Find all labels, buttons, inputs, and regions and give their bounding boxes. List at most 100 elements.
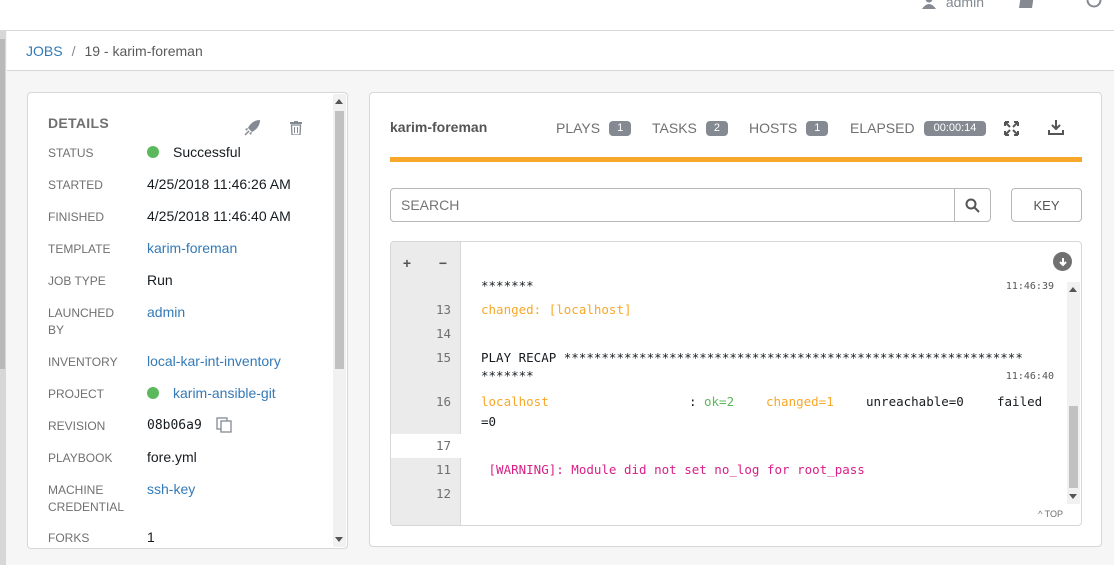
collapse-all-button[interactable]: − [434,254,452,272]
recap-host: localhost [481,394,549,409]
console-line-text: ******* [481,368,534,383]
copy-icon[interactable] [216,417,232,433]
hosts-label: HOSTS [749,120,798,136]
recap-failed: failed [997,394,1043,409]
console-scrollbar-thumb[interactable] [1069,406,1078,488]
console-line-text: [WARNING]: Module did not set no_log for… [481,462,865,477]
status-text: Successful [173,144,241,160]
forks-value: 1 [147,529,155,545]
status-success-icon [147,146,159,158]
expand-icon[interactable] [1004,121,1019,136]
stdout-console: + − ******* 11:46:39 13 changed: [localh… [390,241,1082,526]
details-panel: DETAILS STATUS Successful STARTED 4/25/2… [27,92,348,549]
console-timestamp: 11:46:40 [1005,371,1054,382]
elapsed-stat: ELAPSED 00:00:14 [850,120,987,136]
plays-stat: PLAYS 1 [556,120,632,136]
line-number: 17 [435,438,451,453]
launched-by-label: LAUNCHED BY [48,306,115,337]
project-value[interactable]: karim-ansible-git [147,385,276,401]
inventory-label: INVENTORY [48,355,118,369]
console-line: ******* 11:46:39 [391,274,1066,298]
job-type-value: Run [147,272,173,288]
revision-hash: 08b06a9 [147,417,202,433]
finished-label: FINISHED [48,210,105,224]
line-number: 15 [435,350,451,365]
recap-changed: changed=1 [766,394,834,409]
hosts-stat: HOSTS 1 [749,120,829,136]
machine-credential-label: MACHINE CREDENTIAL [48,483,125,514]
line-number: 16 [435,394,451,409]
page-scrollbar-thumb[interactable] [0,39,5,369]
status-label: STATUS [48,146,94,160]
page-scrollbar[interactable] [0,31,6,565]
project-status-icon [147,387,159,399]
plays-label: PLAYS [556,120,601,136]
breadcrumb: JOBS / 19 - karim-foreman [7,31,1114,71]
username: admin [945,0,984,10]
console-line-text: PLAY RECAP *****************************… [481,350,1023,365]
user-menu[interactable]: admin [921,0,984,10]
console-line: 17 [391,434,1066,458]
recap-failed-value: =0 [481,414,497,429]
template-link[interactable]: karim-foreman [147,240,237,256]
breadcrumb-jobs-link[interactable]: JOBS [26,43,63,59]
launched-by-link[interactable]: admin [147,304,185,320]
playbook-value: fore.yml [147,449,197,465]
scroll-up-arrow-icon[interactable] [1069,287,1077,292]
line-number: 13 [435,302,451,317]
scroll-to-bottom-icon[interactable] [1053,252,1072,271]
search-button[interactable] [954,189,990,221]
status-value: Successful [147,144,241,160]
revision-label: REVISION [48,419,106,433]
details-scrollbar-thumb[interactable] [335,111,344,369]
console-line: 12 [391,482,1066,506]
line-number: 12 [435,486,451,501]
job-type-label: JOB TYPE [48,274,106,288]
details-title: DETAILS [48,115,109,131]
recap-ok: ok=2 [704,394,735,409]
job-name: karim-foreman [390,119,488,135]
key-button[interactable]: KEY [1011,188,1082,222]
elapsed-label: ELAPSED [850,120,915,136]
tasks-label: TASKS [652,120,697,136]
rocket-icon[interactable] [244,119,261,136]
console-line-text: changed: [localhost] [481,302,632,317]
breadcrumb-current: 19 - karim-foreman [84,42,203,59]
plays-count-badge: 1 [609,120,632,136]
inventory-link[interactable]: local-kar-int-inventory [147,353,281,369]
search-field [390,188,991,222]
elapsed-badge: 00:00:14 [923,120,987,136]
search-input[interactable] [391,189,954,221]
console-line: 11 [WARNING]: Module did not set no_log … [391,458,1066,482]
power-icon[interactable] [1086,0,1102,9]
scroll-to-top-button[interactable]: ^ TOP [1038,509,1063,519]
recap-unreachable: unreachable=0 [866,394,964,409]
expand-all-button[interactable]: + [398,254,416,272]
search-icon [965,198,980,213]
scroll-up-arrow-icon[interactable] [335,99,343,104]
console-timestamp: 11:46:39 [1005,281,1054,292]
console-scrollbar[interactable] [1067,282,1080,504]
revision-value: 08b06a9 [147,417,232,433]
console-line: 13 changed: [localhost] [391,298,1066,322]
console-line-text: ******* [481,278,534,293]
project-label: PROJECT [48,387,105,401]
console-line: ******* 11:46:40 [391,364,1066,388]
finished-value: 4/25/2018 11:46:40 AM [147,208,291,224]
playbook-label: PLAYBOOK [48,451,113,465]
trash-icon[interactable] [290,121,302,135]
book-icon[interactable] [1018,0,1036,9]
download-icon[interactable] [1048,120,1064,135]
scroll-down-arrow-icon[interactable] [335,537,343,542]
forks-label: FORKS [48,531,90,545]
tasks-stat: TASKS 2 [652,120,728,136]
project-link[interactable]: karim-ansible-git [173,385,276,401]
machine-credential-link[interactable]: ssh-key [147,481,195,497]
details-scrollbar[interactable] [333,94,346,547]
user-icon [921,0,936,9]
recap-colon: : [689,394,705,409]
job-status-bar [390,157,1082,162]
scroll-down-arrow-icon[interactable] [1069,494,1077,499]
template-label: TEMPLATE [48,242,111,256]
job-output-panel: karim-foreman PLAYS 1 TASKS 2 HOSTS 1 ELAPS… [369,92,1102,547]
